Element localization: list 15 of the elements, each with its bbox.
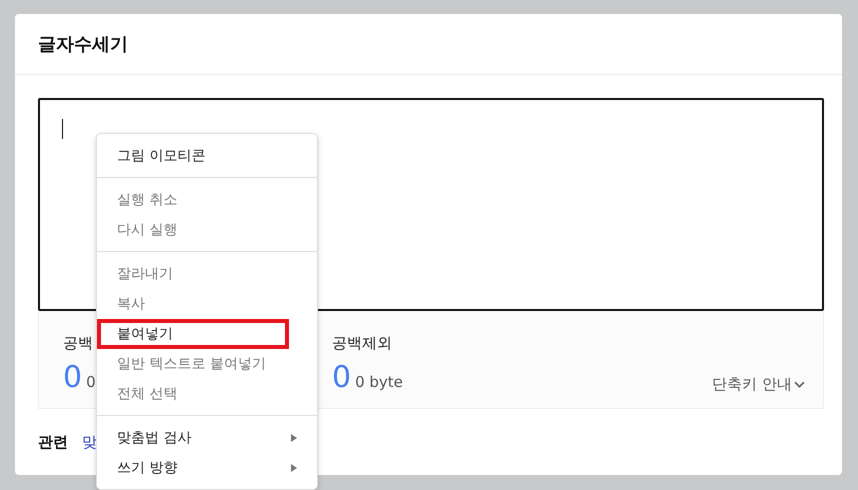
byte-count: 0 byte [355, 373, 403, 391]
menu-item[interactable]: 붙여넣기 [97, 319, 289, 349]
stat-label: 공백제외 [332, 334, 392, 354]
menu-item[interactable]: 그림 이모티콘 [97, 141, 317, 171]
stat-label: 공백 [63, 334, 93, 354]
menu-item[interactable]: 쓰기 방향 [97, 453, 317, 483]
shortcut-guide-link[interactable]: 단축키 안내 [712, 375, 805, 394]
character-count: 0 [332, 360, 352, 396]
related-link[interactable]: 맞 [82, 433, 97, 452]
menu-item[interactable]: 맞춤법 검사 [97, 423, 317, 453]
byte-count: 0 [86, 373, 96, 391]
page-title: 글자수세기 [38, 33, 128, 56]
chevron-down-icon [794, 379, 805, 390]
related-label: 관련 [38, 433, 68, 452]
character-count: 0 [63, 360, 82, 396]
